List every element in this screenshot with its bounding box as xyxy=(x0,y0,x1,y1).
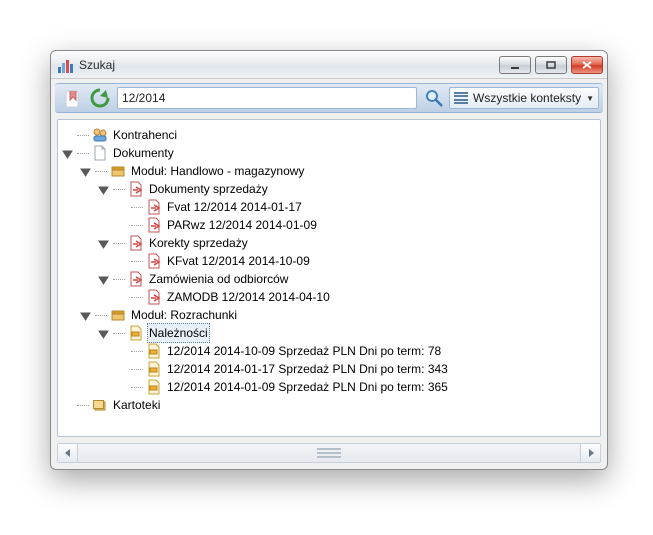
tree-node-modul-hm[interactable]: Moduł: Handlowo - magazynowy xyxy=(78,162,598,180)
search-button[interactable] xyxy=(421,86,447,110)
titlebar[interactable]: Szukaj xyxy=(51,51,607,79)
tree-node-dok-sprz[interactable]: Dokumenty sprzedaży xyxy=(96,180,598,198)
tree-node-dokumenty[interactable]: Dokumenty xyxy=(60,144,598,162)
toolbar: Wszystkie konteksty ▼ xyxy=(55,83,603,113)
tree-node-modul-rozr[interactable]: Moduł: Rozrachunki xyxy=(78,306,598,324)
close-button[interactable] xyxy=(571,56,603,74)
tree-node-zam-odb[interactable]: Zamówienia od odbiorców xyxy=(96,270,598,288)
tree-leaf-nal-2[interactable]: 12/2014 2014-01-17 Sprzedaż PLN Dni po t… xyxy=(114,360,598,378)
context-dropdown-label: Wszystkie konteksty xyxy=(473,91,581,105)
scroll-grip-icon xyxy=(317,448,341,458)
scroll-track[interactable] xyxy=(78,444,580,462)
results-tree: Kontrahenci Dokumenty xyxy=(60,126,598,414)
doc-out-icon xyxy=(146,253,162,269)
doc-out-icon xyxy=(146,199,162,215)
receivable-icon xyxy=(146,343,162,359)
search-input[interactable] xyxy=(122,91,412,105)
tree-leaf-nal-1[interactable]: 12/2014 2014-10-09 Sprzedaż PLN Dni po t… xyxy=(114,342,598,360)
refresh-button[interactable] xyxy=(87,86,113,110)
module-icon xyxy=(110,307,126,323)
tree-leaf-kfvat[interactable]: KFvat 12/2014 2014-10-09 xyxy=(114,252,598,270)
expander-icon[interactable] xyxy=(96,272,110,286)
tree-node-kartoteki[interactable]: Kartoteki xyxy=(60,396,598,414)
doc-out-icon xyxy=(146,217,162,233)
scroll-left-button[interactable] xyxy=(58,444,78,462)
context-dropdown[interactable]: Wszystkie konteksty ▼ xyxy=(449,87,599,109)
doc-out-icon xyxy=(128,235,144,251)
tree-node-kontrahenci[interactable]: Kontrahenci xyxy=(60,126,598,144)
results-panel: Kontrahenci Dokumenty xyxy=(57,119,601,437)
doc-out-icon xyxy=(128,181,144,197)
tree-node-kor-sprz[interactable]: Korekty sprzedaży xyxy=(96,234,598,252)
expander-icon[interactable] xyxy=(96,236,110,250)
folders-icon xyxy=(92,397,108,413)
tree-leaf-zamodb[interactable]: ZAMODB 12/2014 2014-04-10 xyxy=(114,288,598,306)
tree-leaf-fvat[interactable]: Fvat 12/2014 2014-01-17 xyxy=(114,198,598,216)
expander-icon[interactable] xyxy=(96,326,110,340)
people-icon xyxy=(92,127,108,143)
expander-icon[interactable] xyxy=(96,182,110,196)
doc-out-icon xyxy=(146,289,162,305)
chevron-down-icon: ▼ xyxy=(586,94,594,103)
tree-leaf-nal-3[interactable]: 12/2014 2014-01-09 Sprzedaż PLN Dni po t… xyxy=(114,378,598,396)
tree-leaf-parwz[interactable]: PARwz 12/2014 2014-01-09 xyxy=(114,216,598,234)
tree-node-naleznosci[interactable]: Należności xyxy=(96,324,598,342)
receivable-icon xyxy=(146,379,162,395)
doc-out-icon xyxy=(128,271,144,287)
expander-icon[interactable] xyxy=(78,164,92,178)
minimize-button[interactable] xyxy=(499,56,531,74)
page-icon xyxy=(92,145,108,161)
scroll-right-button[interactable] xyxy=(580,444,600,462)
window-title: Szukaj xyxy=(79,58,115,72)
expander-icon[interactable] xyxy=(60,146,74,160)
app-icon xyxy=(57,57,73,73)
maximize-button[interactable] xyxy=(535,56,567,74)
receivable-icon xyxy=(146,361,162,377)
search-input-container xyxy=(117,87,417,109)
receivable-icon xyxy=(128,325,144,341)
bookmark-button[interactable] xyxy=(59,86,85,110)
expander-icon[interactable] xyxy=(78,308,92,322)
search-window: Szukaj Wszystkie konteksty ▼ xyxy=(50,50,608,470)
module-icon xyxy=(110,163,126,179)
horizontal-scrollbar[interactable] xyxy=(57,443,601,463)
list-icon xyxy=(454,92,468,104)
